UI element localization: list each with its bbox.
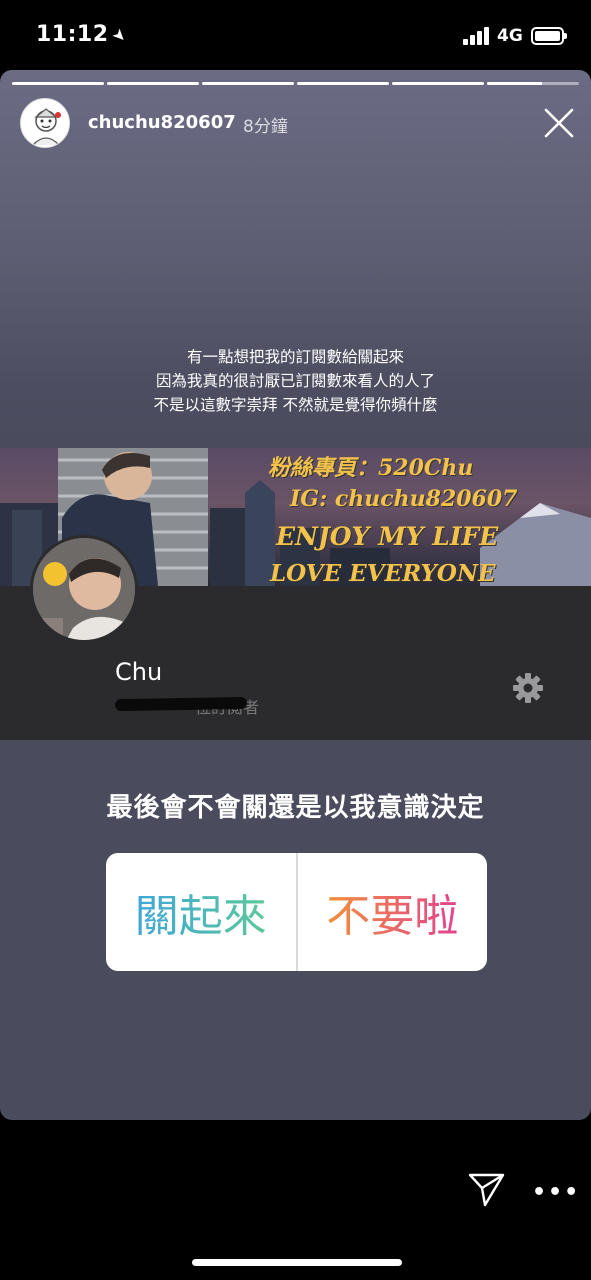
poll-sticker: 關起來 不要啦 bbox=[106, 853, 487, 971]
story-progress-fill bbox=[12, 82, 104, 85]
close-icon[interactable] bbox=[544, 108, 574, 138]
story-username[interactable]: chuchu820607 bbox=[88, 112, 236, 133]
caption-line: 有一點想把我的訂閱數給關起來 bbox=[186, 348, 404, 366]
more-options-button[interactable]: ••• bbox=[532, 1180, 580, 1205]
battery-icon bbox=[531, 27, 567, 45]
cover-line: ENJOY MY LIFE bbox=[276, 522, 499, 551]
story-progress-segment bbox=[107, 82, 199, 85]
poll-option-yes[interactable]: 關起來 bbox=[106, 853, 296, 971]
story-progress-segment bbox=[12, 82, 104, 85]
story-progress-fill bbox=[297, 82, 389, 85]
signal-strength-icon bbox=[463, 27, 491, 45]
story-progress-segment bbox=[487, 82, 579, 85]
redaction-scribble bbox=[114, 696, 248, 712]
gear-icon bbox=[512, 672, 544, 704]
caption-line: 因為我真的很討厭已訂閱數來看人的人了 bbox=[155, 372, 435, 390]
poll-option-no[interactable]: 不要啦 bbox=[298, 853, 488, 971]
story-progress-fill bbox=[202, 82, 294, 85]
story-caption: 有一點想把我的訂閱數給關起來 因為我真的很討厭已訂閱數來看人的人了 不是以這數字… bbox=[0, 345, 591, 417]
home-indicator[interactable] bbox=[192, 1259, 402, 1266]
story-timestamp: 8分鐘 bbox=[243, 117, 288, 137]
location-arrow-icon: ➤ bbox=[107, 23, 132, 48]
story-card[interactable]: chuchu820607 8分鐘 有一點想把我的訂閱數給關起來 因為我真的很討厭… bbox=[0, 70, 591, 1120]
cover-line: IG: chuchu820607 bbox=[290, 486, 518, 512]
caption-line: 不是以這數字崇拜 不然就是覺得你頻什麼 bbox=[153, 396, 438, 414]
subscriber-count: 位訂閱者 bbox=[114, 694, 259, 718]
story-author-avatar[interactable] bbox=[20, 98, 70, 148]
story-progress-segment bbox=[202, 82, 294, 85]
profile-name: Chu bbox=[115, 658, 163, 686]
story-progress-fill bbox=[392, 82, 484, 85]
story-progress-fill bbox=[487, 82, 543, 85]
profile-avatar bbox=[30, 535, 138, 643]
poll-option-yes-label: 關起來 bbox=[135, 880, 267, 944]
cover-line: LOVE EVERYONE bbox=[270, 560, 496, 586]
status-time: 11:12➤ bbox=[36, 22, 131, 47]
network-type: 4G bbox=[497, 26, 523, 46]
story-progress-segment bbox=[297, 82, 389, 85]
send-icon[interactable] bbox=[468, 1172, 506, 1208]
story-progress-bar bbox=[12, 82, 579, 85]
cover-line: 粉絲專頁：520Chu bbox=[268, 455, 474, 481]
story-progress-segment bbox=[392, 82, 484, 85]
status-bar: 11:12➤ 4G bbox=[0, 0, 591, 70]
story-progress-fill bbox=[107, 82, 199, 85]
poll-option-no-label: 不要啦 bbox=[326, 880, 458, 944]
status-time-text: 11:12 bbox=[36, 22, 109, 47]
poll-question: 最後會不會關還是以我意識決定 bbox=[106, 793, 485, 823]
